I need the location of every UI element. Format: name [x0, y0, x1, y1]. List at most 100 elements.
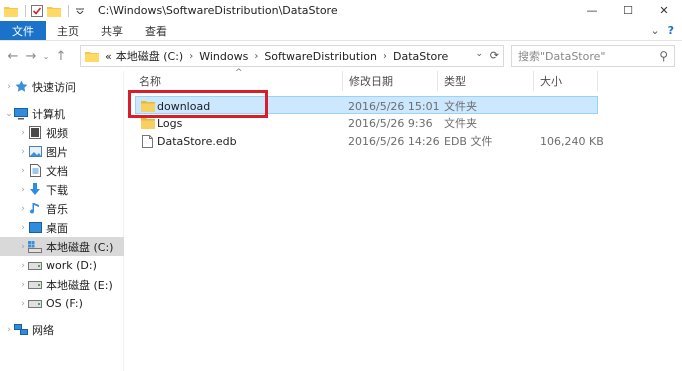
video-icon — [28, 126, 42, 140]
nav-item-drive-e[interactable]: › 本地磁盘 (E:) — [0, 275, 124, 294]
chevron-right-icon[interactable]: › — [383, 51, 387, 62]
music-icon — [28, 202, 42, 216]
drive-icon — [28, 259, 42, 273]
nav-item-label: 音乐 — [46, 202, 68, 216]
file-type: 文件夹 — [444, 100, 477, 113]
tab-share[interactable]: 共享 — [90, 21, 134, 40]
expand-icon[interactable]: › — [18, 147, 28, 157]
tab-file[interactable]: 文件 — [0, 21, 46, 40]
nav-item-label: 桌面 — [46, 221, 68, 235]
picture-icon — [28, 145, 42, 159]
expand-icon[interactable]: › — [18, 299, 28, 309]
column-header-size[interactable]: 大小 — [534, 71, 598, 91]
new-folder-icon[interactable] — [47, 4, 61, 18]
breadcrumb-item[interactable]: SoftwareDistribution — [264, 50, 377, 63]
nav-item-label: 视频 — [46, 126, 68, 140]
expand-icon[interactable]: › — [18, 223, 28, 233]
properties-check-icon[interactable] — [30, 4, 44, 18]
divider — [25, 4, 26, 17]
column-header-date[interactable]: 修改日期 — [343, 71, 437, 91]
file-type: EDB 文件 — [444, 135, 493, 148]
chevron-down-icon: ⌄ — [42, 51, 50, 61]
desktop-icon — [28, 221, 42, 235]
breadcrumb-item[interactable]: DataStore — [393, 50, 448, 63]
search-placeholder: 搜索"DataStore" — [518, 50, 606, 63]
expand-icon[interactable]: › — [18, 242, 28, 252]
address-dropdown-icon[interactable]: ⌄ — [475, 49, 483, 59]
nav-item-label: 文档 — [46, 164, 68, 178]
nav-item-drive-d[interactable]: › work (D:) — [0, 256, 124, 275]
minimize-button[interactable]: — — [574, 0, 610, 21]
nav-item-documents[interactable]: › 文档 — [0, 161, 124, 180]
window-title: C:\Windows\SoftwareDistribution\DataStor… — [98, 4, 338, 17]
file-date: 2016/5/26 14:26 — [348, 134, 440, 148]
expand-icon[interactable]: › — [18, 166, 28, 176]
file-size: 106,240 KB — [540, 134, 604, 148]
document-icon — [28, 164, 42, 178]
file-icon — [142, 132, 153, 150]
expand-icon[interactable]: › — [18, 204, 28, 214]
nav-item-drive-f[interactable]: › OS (F:) — [0, 294, 124, 313]
chevron-right-icon[interactable]: › — [254, 51, 258, 62]
expand-icon[interactable]: › — [18, 185, 28, 195]
chevron-right-icon[interactable]: › — [189, 51, 193, 62]
search-icon[interactable]: ⚲ — [659, 49, 668, 63]
file-date: 2016/5/26 9:36 — [348, 116, 433, 130]
column-divider[interactable] — [597, 71, 598, 91]
nav-item-drive-c[interactable]: › 本地磁盘 (C:) — [0, 237, 124, 256]
nav-item-downloads[interactable]: › 下载 — [0, 180, 124, 199]
nav-item-label: 本地磁盘 (C:) — [46, 240, 114, 254]
highlight-annotation — [128, 90, 268, 118]
expand-ribbon-icon[interactable]: ⌄ — [650, 24, 659, 37]
forward-button[interactable]: → — [22, 45, 40, 67]
folder-icon — [85, 50, 99, 62]
expand-icon[interactable]: › — [18, 128, 28, 138]
expand-icon[interactable]: › — [18, 261, 28, 271]
breadcrumb-item[interactable]: Windows — [199, 50, 248, 63]
back-button[interactable]: ← — [4, 45, 22, 67]
nav-item-label: 快速访问 — [32, 80, 76, 94]
nav-item-network[interactable]: › 网络 — [0, 320, 124, 339]
nav-item-label: 网络 — [32, 323, 54, 337]
nav-item-computer[interactable]: ⌄ 计算机 — [0, 104, 124, 123]
ribbon-tabs: 文件 主页 共享 查看 ⌄ ? — [0, 21, 682, 41]
drive-icon — [28, 278, 42, 292]
help-icon[interactable]: ? — [668, 24, 674, 37]
tab-view[interactable]: 查看 — [134, 21, 178, 40]
title-bar: C:\Windows\SoftwareDistribution\DataStor… — [0, 0, 682, 21]
column-header-name[interactable]: 名称 — [133, 71, 345, 91]
refresh-icon[interactable]: ⟳ — [490, 49, 499, 62]
breadcrumb-item[interactable]: 本地磁盘 (C:) — [116, 48, 183, 64]
address-bar[interactable]: « 本地磁盘 (C:) › Windows › SoftwareDistribu… — [80, 45, 504, 67]
nav-item-pictures[interactable]: › 图片 — [0, 142, 124, 161]
file-date: 2016/5/26 15:01 — [348, 99, 440, 113]
customize-toolbar-icon[interactable] — [73, 4, 87, 18]
maximize-button[interactable]: ☐ — [610, 0, 646, 21]
nav-item-videos[interactable]: › 视频 — [0, 123, 124, 142]
download-icon — [28, 183, 42, 197]
search-box[interactable]: 搜索"DataStore" ⚲ — [511, 45, 675, 67]
nav-item-quick-access[interactable]: › 快速访问 — [0, 77, 124, 96]
system-drive-icon — [28, 240, 42, 254]
recent-locations-button[interactable]: ⌄ — [40, 45, 52, 67]
breadcrumb-overflow[interactable]: « — [105, 50, 112, 63]
close-button[interactable]: ✕ — [646, 0, 682, 21]
drive-icon — [28, 297, 42, 311]
expand-icon[interactable]: › — [4, 325, 14, 335]
collapse-icon[interactable]: ⌄ — [4, 109, 14, 119]
back-arrow-icon: ← — [7, 48, 19, 64]
network-icon — [14, 323, 28, 337]
up-button[interactable]: ↑ — [52, 45, 70, 67]
nav-item-label: 本地磁盘 (E:) — [46, 278, 113, 292]
file-list: ^ 名称 修改日期 类型 大小 download 2016/5/26 15:01… — [125, 68, 682, 371]
navigation-bar: ← → ⌄ ↑ « 本地磁盘 (C:) › Windows › Software… — [0, 41, 682, 71]
nav-item-music[interactable]: › 音乐 — [0, 199, 124, 218]
computer-icon — [14, 107, 28, 121]
star-icon — [14, 80, 28, 94]
expand-icon[interactable]: › — [4, 82, 14, 92]
column-header-type[interactable]: 类型 — [438, 71, 534, 91]
tab-home[interactable]: 主页 — [46, 21, 90, 40]
table-row[interactable]: DataStore.edb 2016/5/26 14:26 EDB 文件 106… — [135, 132, 604, 150]
nav-item-desktop[interactable]: › 桌面 — [0, 218, 124, 237]
expand-icon[interactable]: › — [18, 280, 28, 290]
